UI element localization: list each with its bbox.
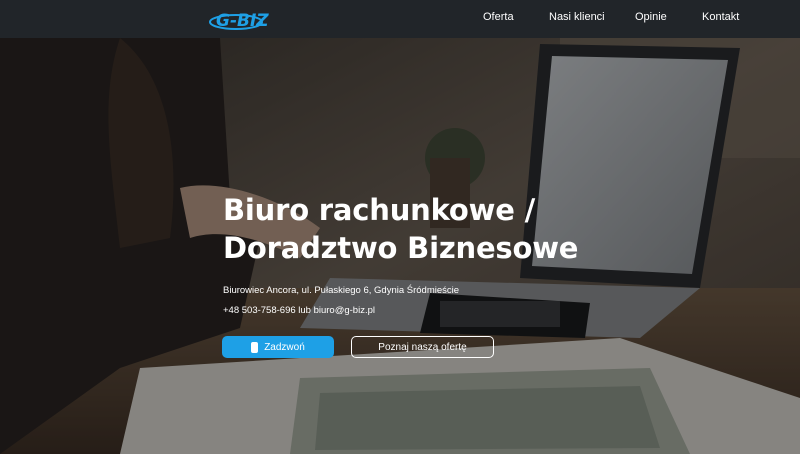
nav-oferta[interactable]: Oferta [483, 11, 514, 23]
nav-opinie[interactable]: Opinie [635, 11, 667, 23]
hero-address: Biurowiec Ancora, ul. Pułaskiego 6, Gdyn… [223, 285, 460, 296]
gbiz-logo-icon[interactable]: G-BIZ [206, 5, 272, 33]
see-offer-button-label: Poznaj naszą ofertę [378, 341, 467, 353]
call-button[interactable]: Zadzwoń [222, 336, 334, 358]
see-offer-button[interactable]: Poznaj naszą ofertę [351, 336, 494, 358]
navbar: G-BIZ Oferta Nasi klienci Opinie Kontakt [0, 0, 800, 38]
hero-contact[interactable]: +48 503-758-696 lub biuro@g-biz.pl [223, 305, 375, 316]
hero-title-line1: Biuro rachunkowe / [223, 193, 535, 227]
nav-nasi-klienci[interactable]: Nasi klienci [549, 11, 605, 23]
nav-kontakt[interactable]: Kontakt [702, 11, 739, 23]
logo-text: G-BIZ [216, 11, 269, 31]
hero-title-line2: Doradztwo Biznesowe [223, 231, 579, 265]
call-button-label: Zadzwoń [264, 341, 305, 353]
hero-section: Biuro rachunkowe / Doradztwo Biznesowe B… [0, 38, 800, 454]
hero-title: Biuro rachunkowe / Doradztwo Biznesowe [223, 191, 578, 267]
smartphone-icon [251, 341, 259, 353]
